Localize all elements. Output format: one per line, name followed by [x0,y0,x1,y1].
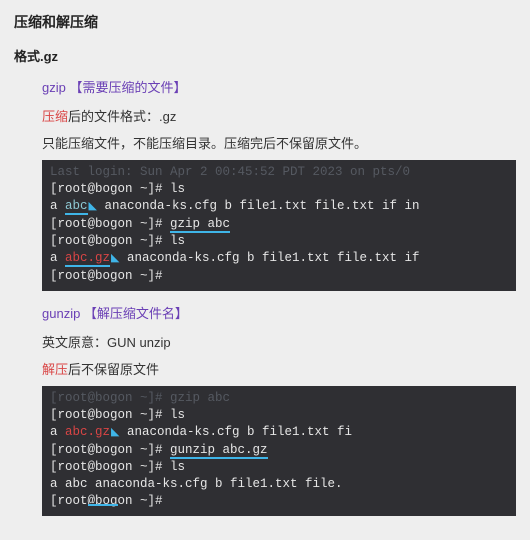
gzip-command-title: gzip 【需要压缩的文件】 [42,77,516,96]
terminal-line: [root@bogon ~]# ls [50,233,508,250]
terminal-line: a abc◣ anaconda-ks.cfg b file1.txt file.… [50,198,508,216]
gzip-format-note: 压缩后的文件格式：.gz [42,106,516,125]
gzip-behavior-note: 只能压缩文件，不能压缩目录。压缩完后不保留原文件。 [42,133,516,152]
terminal-line: [root@bogon ~]# gzip abc [50,390,508,407]
gunzip-cmd: gunzip abc.gz [170,443,268,459]
terminal-line: a abc.gz◣ anaconda-ks.cfg b file1.txt fi… [50,250,508,268]
terminal-line: [root@bogon ~]# gzip abc [50,216,508,233]
gunzip-note: 解压后不保留原文件 [42,359,516,378]
abc-gz-file: abc.gz [65,251,110,267]
gunzip-origin: 英文原意：GUN unzip [42,332,516,351]
terminal-line: [root@bogon ~]# [50,268,508,285]
compress-rest: 后的文件格式：.gz [68,109,176,124]
page-title: 压缩和解压缩 [14,12,516,32]
decompress-rest: 后不保留原文件 [68,362,159,377]
terminal-line: [root@bogon ~]# [50,493,508,510]
section-heading: 格式.gz [14,46,516,65]
terminal-line: Last login: Sun Apr 2 00:45:52 PDT 2023 … [50,164,508,181]
abc-dir: abc [65,199,88,215]
terminal-line: a abc.gz◣ anaconda-ks.cfg b file1.txt fi [50,424,508,442]
terminal-line: [root@bogon ~]# ls [50,181,508,198]
compress-label: 压缩 [42,109,68,124]
terminal-line: [root@bogon ~]# gunzip abc.gz [50,442,508,459]
annotation-underline [88,504,118,506]
abc-gz-file: abc.gz [65,425,110,439]
terminal-line: a abc anaconda-ks.cfg b file1.txt file. [50,476,508,493]
gzip-cmd: gzip abc [170,217,230,233]
document-page: 压缩和解压缩 格式.gz gzip 【需要压缩的文件】 压缩后的文件格式：.gz… [0,0,530,540]
decompress-label: 解压 [42,362,68,377]
annotation-arrow-icon: ◣ [111,253,119,265]
gunzip-command-title: gunzip 【解压缩文件名】 [42,303,516,322]
annotation-arrow-icon: ◣ [111,427,119,439]
section-body: gzip 【需要压缩的文件】 压缩后的文件格式：.gz 只能压缩文件，不能压缩目… [14,77,516,516]
terminal-line: [root@bogon ~]# ls [50,407,508,424]
terminal-output-gzip: Last login: Sun Apr 2 00:45:52 PDT 2023 … [42,160,516,291]
terminal-line: [root@bogon ~]# ls [50,459,508,476]
annotation-arrow-icon: ◣ [89,201,97,213]
terminal-output-gunzip: [root@bogon ~]# gzip abc [root@bogon ~]#… [42,386,516,516]
